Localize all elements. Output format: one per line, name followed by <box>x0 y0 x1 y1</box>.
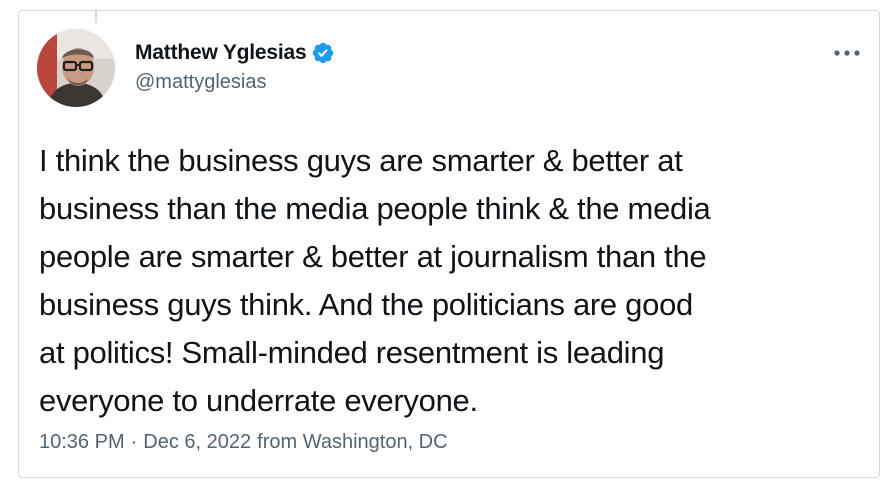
avatar[interactable] <box>37 29 115 107</box>
thread-connector-line <box>95 11 97 23</box>
author-display-name[interactable]: Matthew Yglesias <box>135 41 307 65</box>
verified-badge-icon <box>311 41 335 65</box>
name-row: Matthew Yglesias <box>135 39 335 67</box>
author-handle[interactable]: @mattyglesias <box>135 71 335 94</box>
tweet-metadata: 10:36 PM · Dec 6, 2022 from Washington, … <box>39 431 448 454</box>
more-horizontal-icon <box>834 50 860 56</box>
tweet-date-link[interactable]: Dec 6, 2022 <box>143 431 251 454</box>
meta-separator: · <box>130 431 138 453</box>
tweet-time-link[interactable]: 10:36 PM <box>39 431 125 454</box>
tweet-location-link[interactable]: from Washington, DC <box>257 431 447 454</box>
author-block: Matthew Yglesias @mattyglesias <box>135 39 335 94</box>
profile-photo-icon <box>37 29 115 107</box>
more-options-button[interactable] <box>831 41 863 65</box>
tweet-card: Matthew Yglesias @mattyglesias I think t… <box>18 10 880 478</box>
tweet-text: I think the business guys are smarter & … <box>39 143 711 418</box>
